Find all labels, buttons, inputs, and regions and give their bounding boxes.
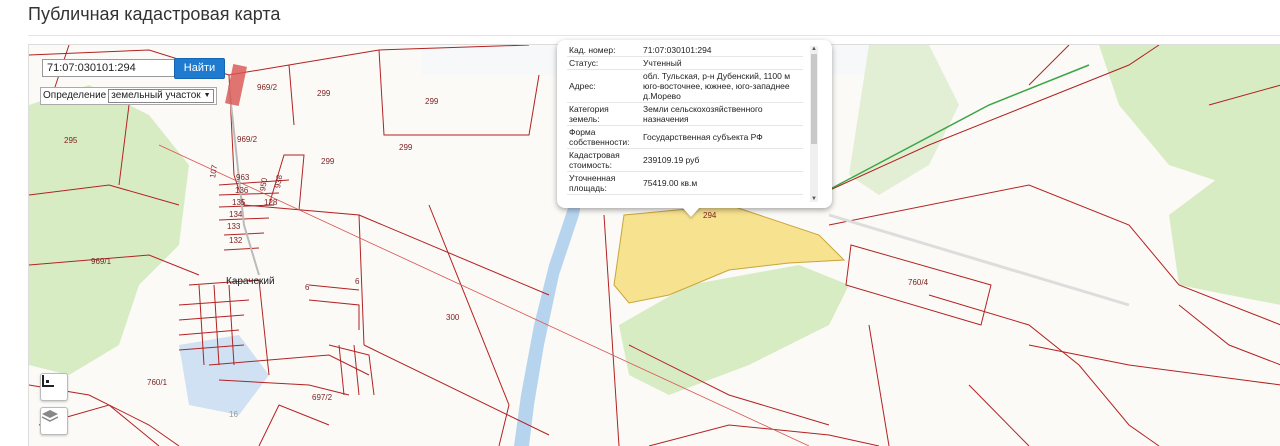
popup-row: Статус: Учтенный — [567, 56, 803, 70]
forest-area-top-center — [849, 45, 959, 195]
parcel-info-table: Кад. номер: 71:07:030101:294 Статус: Учтенн… — [567, 44, 803, 195]
popup-row: Категория земель: Земли сельскохозяйствен… — [567, 102, 803, 126]
popup-row-label: Форма собственности: — [567, 125, 641, 149]
parcel-label: 299 — [425, 97, 439, 106]
parcel-label: 294 — [703, 211, 717, 220]
definition-selected: земельный участок — [111, 90, 201, 101]
parcel-label: 299 — [321, 157, 335, 166]
popup-row-label: Адрес: — [567, 69, 641, 103]
popup-row-value: 75419.00 кв.м — [641, 171, 803, 195]
parcel-label: 16 — [229, 410, 238, 419]
popup-row-value: Земли сельскохозяйственного назначения — [641, 102, 803, 126]
parcel-label: 969/1 — [91, 257, 112, 266]
parcel-label: 295 — [64, 136, 78, 145]
popup-row: Кадастровая стоимость: 239109.19 руб — [567, 148, 803, 172]
popup-row-label: Кад. номер: — [567, 44, 641, 57]
popup-row-label: Категория земель: — [567, 102, 641, 126]
title-divider — [28, 35, 1280, 36]
parcel-label: 6 — [355, 277, 360, 286]
parcel-label: 299 — [399, 143, 413, 152]
popup-row: Кад. номер: 71:07:030101:294 — [567, 44, 803, 57]
popup-pointer — [682, 207, 700, 217]
parcel-label: 969/2 — [237, 135, 258, 144]
parcel-label: 697/2 — [312, 393, 333, 402]
find-button[interactable]: Найти — [174, 58, 225, 79]
popup-scrollbar[interactable]: ▲ ▼ — [810, 46, 818, 202]
village-label: Карачекий — [226, 276, 275, 287]
popup-row-label: Кадастровая стоимость: — [567, 148, 641, 172]
definition-row: Определение земельный участок ▼ — [40, 87, 217, 105]
definition-label: Определение — [43, 90, 107, 101]
parcel-label: 133 — [227, 222, 241, 231]
parcel-label: 760/4 — [908, 278, 929, 287]
grey-road-right — [828, 213, 1130, 307]
popup-row-label: Статус: — [567, 56, 641, 70]
popup-row-value: 239109.19 руб — [641, 148, 803, 172]
cadastral-search-input[interactable]: 71:07:030101:294 — [42, 59, 176, 77]
popup-row: Форма собственности: Государственная субъ… — [567, 125, 803, 149]
parcel-label: 760/1 — [147, 378, 168, 387]
parcel-label: 134 — [229, 210, 243, 219]
page-title: Публичная кадастровая карта — [28, 4, 281, 24]
parcel-label: 6 — [305, 283, 310, 292]
forest-area-left — [29, 85, 189, 375]
parcel-label: 963 — [236, 173, 250, 182]
parcel-small-red — [224, 63, 248, 107]
chevron-down-icon: ▼ — [203, 92, 211, 99]
popup-row-value: обл. Тульская, р-н Дубенский, 1100 м юго… — [641, 69, 803, 103]
popup-row-label: Уточненная площадь: — [567, 171, 641, 195]
parcel-label: 135 — [232, 198, 246, 207]
parcel-label: 132 — [229, 236, 243, 245]
popup-row-value: Учтенный — [641, 56, 803, 70]
popup-row-value: Государственная субъекта РФ — [641, 125, 803, 149]
scrollbar-thumb[interactable] — [811, 54, 817, 144]
scroll-down-icon[interactable]: ▼ — [810, 196, 818, 202]
definition-select[interactable]: земельный участок ▼ — [108, 89, 214, 103]
scroll-up-icon[interactable]: ▲ — [810, 46, 818, 52]
bounds-button[interactable] — [40, 373, 68, 401]
parcel-info-popup: Кад. номер: 71:07:030101:294 Статус: Учтенн… — [557, 40, 832, 208]
parcel-label: 128 — [264, 198, 278, 207]
popup-row: Адрес: обл. Тульская, р-н Дубенский, 1100… — [567, 69, 803, 103]
parcel-label: 300 — [446, 313, 460, 322]
parcel-label: 299 — [317, 89, 331, 98]
popup-row: Уточненная площадь: 75419.00 кв.м — [567, 171, 803, 195]
parcel-label: 969/2 — [257, 83, 278, 92]
layers-button[interactable] — [40, 407, 68, 435]
popup-row-value: 71:07:030101:294 — [641, 44, 803, 57]
parcel-label: 136 — [235, 186, 249, 195]
